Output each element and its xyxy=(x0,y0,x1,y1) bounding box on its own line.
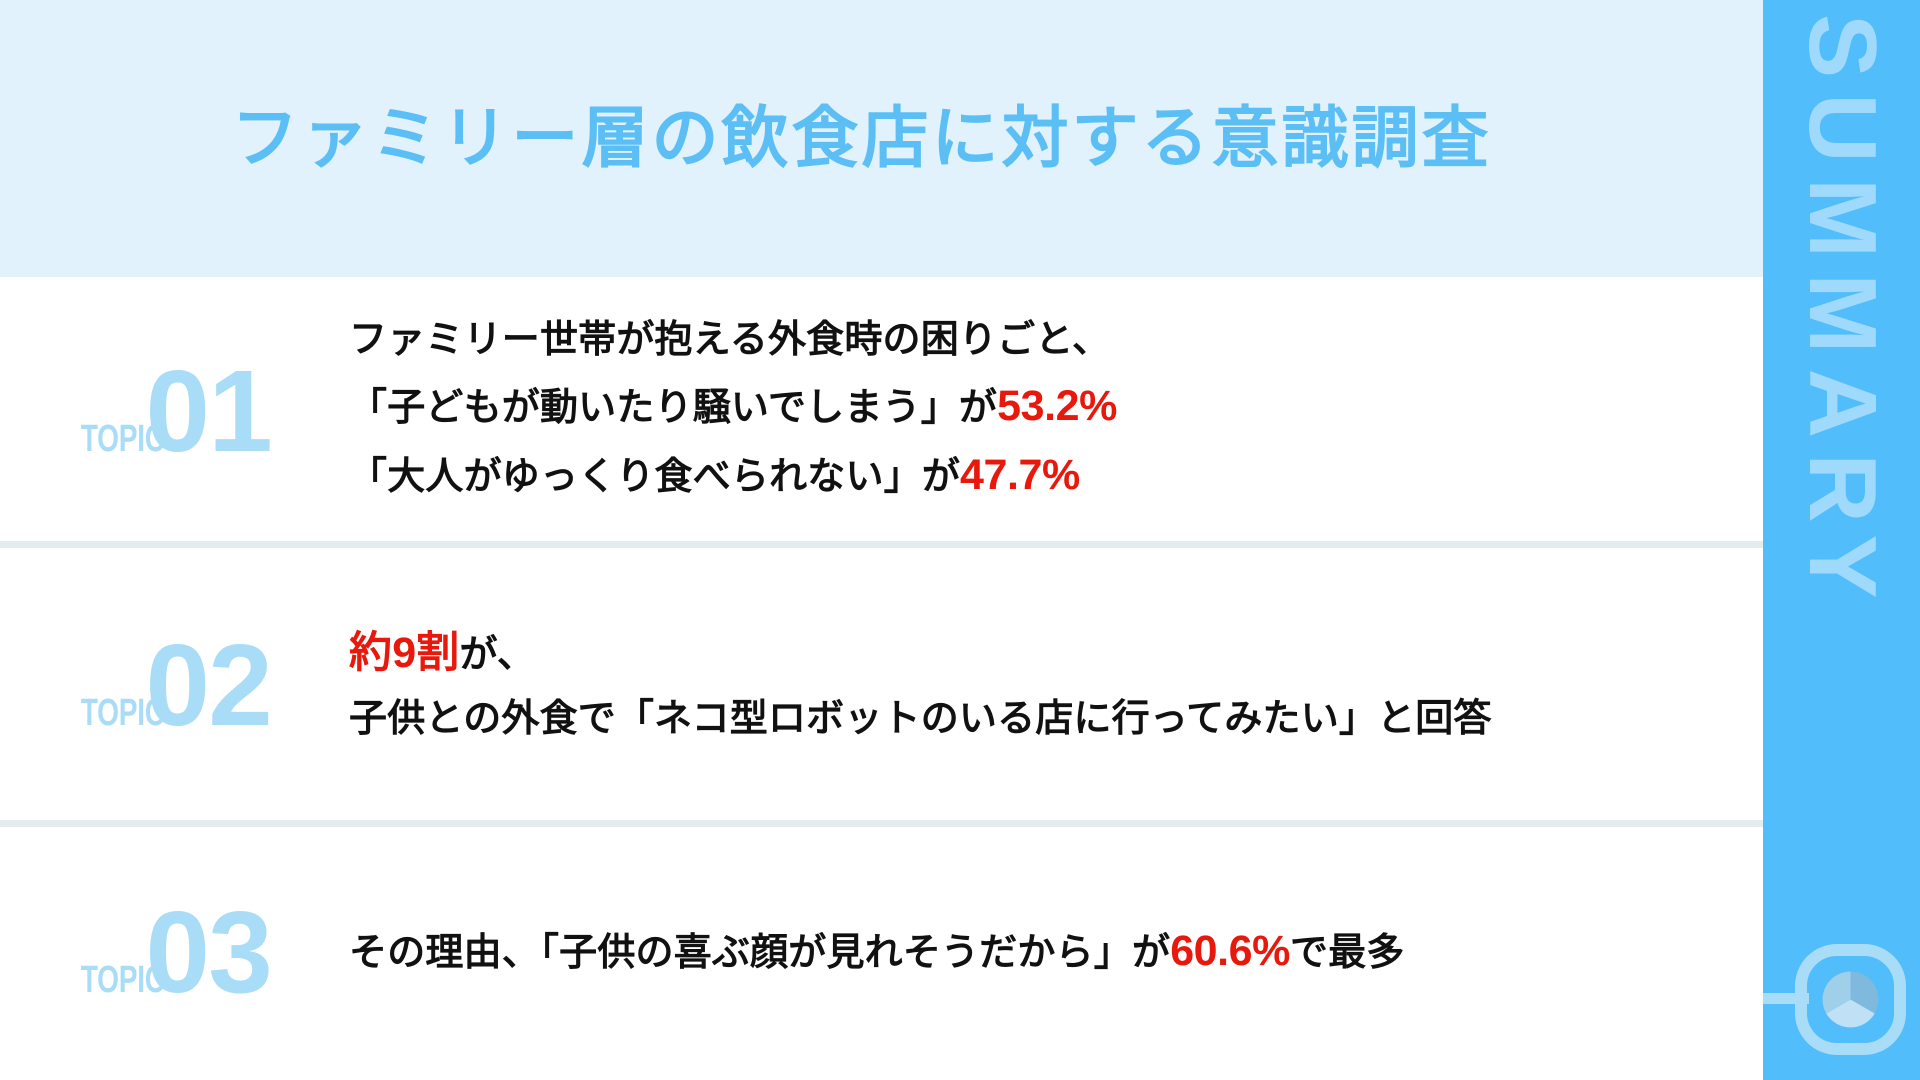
topic-line: 「大人がゆっくり食べられない」が47.7% xyxy=(349,441,1763,511)
topic-body-01: ファミリー世帯が抱える外食時の困りごと、 「子どもが動いたり騒いでしまう」が53… xyxy=(345,310,1763,511)
header-band: ファミリー層の飲食店に対する意識調査 xyxy=(0,0,1763,277)
topic-line: 「子どもが動いたり騒いでしまう」が53.2% xyxy=(349,372,1763,442)
topic-percent: 60.6% xyxy=(1170,927,1290,976)
sidebar: SUMMARY xyxy=(1763,0,1920,1080)
topic-marker-02: TOPIC 02 xyxy=(0,627,345,743)
topic-percent: 53.2% xyxy=(997,381,1117,430)
topic-row: TOPIC 02 約9割が、 子供との外食で「ネコ型ロボットのいる店に行ってみた… xyxy=(0,545,1763,824)
topic-line: ファミリー世帯が抱える外食時の困りごと、 xyxy=(349,310,1763,372)
topic-label: TOPIC xyxy=(80,417,165,460)
page-title: ファミリー層の飲食店に対する意識調査 xyxy=(231,101,1492,176)
topic-row: TOPIC 01 ファミリー世帯が抱える外食時の困りごと、 「子どもが動いたり騒… xyxy=(0,277,1763,544)
topic-text: 「子どもが動いたり騒いでしまう」が xyxy=(349,386,998,429)
topic-marker-01: TOPIC 01 xyxy=(0,353,345,469)
topic-list: TOPIC 01 ファミリー世帯が抱える外食時の困りごと、 「子どもが動いたり騒… xyxy=(0,277,1763,1080)
topic-text: ファミリー世帯が抱える外食時の困りごと、 xyxy=(349,319,1111,362)
topic-line: その理由、「子供の喜ぶ顔が見れそうだから」が60.6%で最多 xyxy=(349,924,1763,980)
summary-slide: ファミリー層の飲食店に対する意識調査 TOPIC 01 ファミリー世帯が抱える外… xyxy=(0,0,1920,1080)
topic-percent: 47.7% xyxy=(960,451,1080,500)
topic-body-03: その理由、「子供の喜ぶ顔が見れそうだから」が60.6%で最多 xyxy=(345,924,1763,980)
topic-line: 約9割が、 xyxy=(349,619,1763,689)
topic-text: で最多 xyxy=(1289,932,1405,975)
topic-text: が、 xyxy=(459,633,536,676)
topic-line: 子供との外食で「ネコ型ロボットのいる店に行ってみたい」と回答 xyxy=(349,689,1763,751)
sidebar-label-summary: SUMMARY xyxy=(1788,14,1896,614)
sidebar-label-wrap: SUMMARY xyxy=(1763,14,1920,619)
topic-marker-03: TOPIC 03 xyxy=(0,894,345,1010)
topic-label: TOPIC xyxy=(80,959,165,1001)
topic-highlight: 約9割 xyxy=(349,628,460,677)
topic-body-02: 約9割が、 子供との外食で「ネコ型ロボットのいる店に行ってみたい」と回答 xyxy=(345,619,1763,750)
topic-text: 「大人がゆっくり食べられない」が xyxy=(349,456,961,499)
topic-text: その理由、「子供の喜ぶ顔が見れそうだから」が xyxy=(349,932,1171,975)
topic-text: 子供との外食で「ネコ型ロボットのいる店に行ってみたい」と回答 xyxy=(349,697,1492,740)
pie-chart-logo-icon xyxy=(1763,940,1920,1058)
topic-label: TOPIC xyxy=(80,691,165,734)
topic-row: TOPIC 03 その理由、「子供の喜ぶ顔が見れそうだから」が60.6%で最多 xyxy=(0,824,1763,1080)
